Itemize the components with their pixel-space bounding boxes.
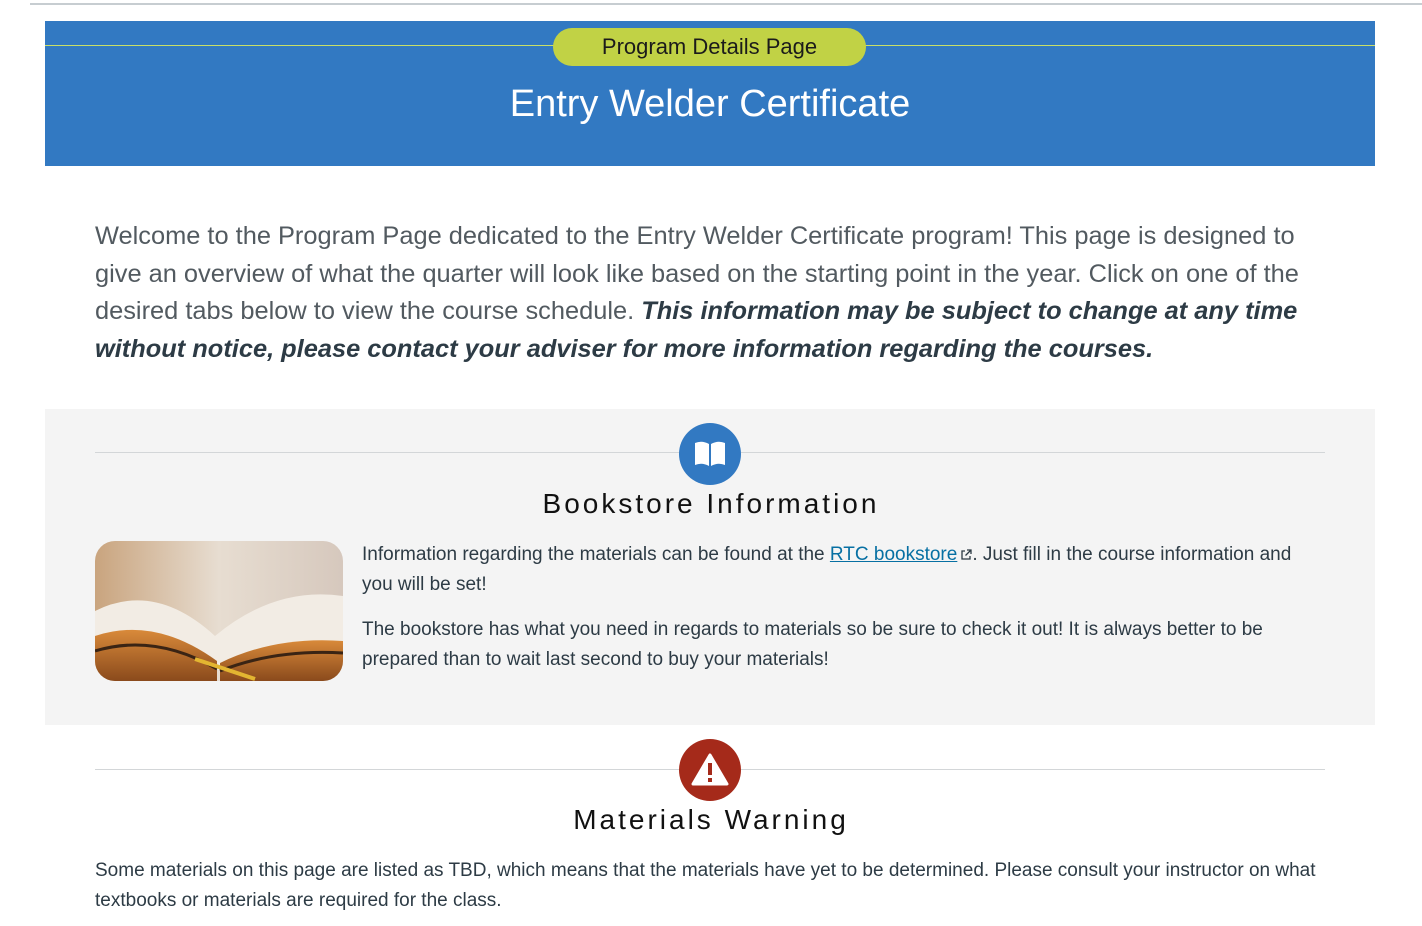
top-divider [30, 3, 1422, 5]
bookstore-paragraph-2: The bookstore has what you need in regar… [362, 619, 1263, 670]
page-banner: Program Details Page Entry Welder Certif… [45, 21, 1375, 166]
book-image [95, 541, 343, 681]
open-book-icon [679, 423, 741, 485]
materials-title: Materials Warning [573, 804, 849, 835]
rtc-bookstore-link[interactable]: RTC bookstore [830, 544, 957, 565]
bookstore-paragraph-1: Information regarding the materials can … [362, 540, 1325, 600]
materials-paragraph: Some materials on this page are listed a… [95, 860, 1316, 911]
warning-icon [679, 739, 741, 801]
intro-paragraph: Welcome to the Program Page dedicated to… [95, 218, 1335, 368]
page-title: Entry Welder Certificate [509, 83, 911, 125]
external-link-icon [961, 549, 972, 560]
banner-label: Program Details Page [553, 28, 866, 66]
bookstore-title: Bookstore Information [542, 488, 880, 519]
bookstore-text-1: Information regarding the materials can … [362, 544, 830, 565]
